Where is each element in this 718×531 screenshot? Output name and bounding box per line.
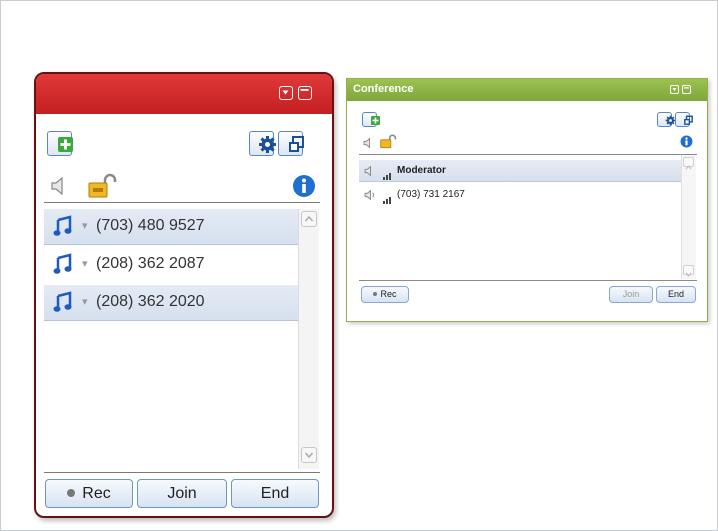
- minimize-icon[interactable]: [279, 86, 293, 100]
- participant-number: (703) 480 9527: [96, 217, 205, 234]
- music-note-icon: [52, 291, 76, 320]
- divider: [359, 280, 697, 281]
- call-widget-titlebar[interactable]: [36, 74, 332, 114]
- join-button[interactable]: Join: [609, 286, 653, 303]
- expand-caret-icon[interactable]: ▾: [82, 257, 88, 270]
- music-note-icon: [52, 253, 76, 282]
- popout-icon: [684, 115, 693, 125]
- divider: [359, 154, 697, 155]
- record-dot-icon: [67, 489, 76, 497]
- signal-bars-icon: [383, 167, 393, 185]
- conference-title: Conference: [353, 83, 414, 95]
- add-participant-button[interactable]: [47, 131, 73, 156]
- scroll-up-icon[interactable]: [683, 157, 694, 170]
- plus-icon: [371, 116, 380, 125]
- lock-icon[interactable]: [86, 173, 118, 204]
- lock-icon[interactable]: [379, 134, 397, 154]
- scrollbar[interactable]: [298, 209, 319, 469]
- expand-caret-icon[interactable]: ▾: [82, 219, 88, 232]
- conference-widget: Conference Moderator (703) 731 2167 Rec …: [346, 78, 708, 322]
- participant-row[interactable]: Moderator: [359, 160, 681, 182]
- popout-icon: [289, 136, 304, 152]
- music-note-icon: [52, 215, 76, 244]
- info-icon[interactable]: [292, 174, 316, 203]
- scrollbar[interactable]: [681, 155, 696, 279]
- scroll-up-icon[interactable]: [301, 211, 317, 227]
- scroll-down-icon[interactable]: [301, 447, 317, 463]
- settings-button[interactable]: [657, 112, 676, 127]
- popout-button[interactable]: [675, 112, 693, 127]
- expand-caret-icon[interactable]: ▾: [82, 295, 88, 308]
- join-button[interactable]: Join: [137, 479, 227, 508]
- speaker-icon: [364, 188, 378, 206]
- record-label: Rec: [380, 289, 397, 299]
- maximize-icon[interactable]: [682, 85, 691, 94]
- scroll-down-icon[interactable]: [683, 265, 694, 277]
- divider: [44, 472, 320, 473]
- participant-number: (208) 362 2087: [96, 255, 205, 272]
- participant-row[interactable]: ▾ (703) 480 9527: [44, 209, 298, 245]
- speaker-icon[interactable]: [363, 136, 375, 154]
- participant-number: (208) 362 2020: [96, 293, 205, 310]
- info-icon[interactable]: [680, 135, 693, 153]
- participant-row[interactable]: ▾ (208) 362 2087: [44, 247, 298, 283]
- participant-row[interactable]: ▾ (208) 362 2020: [44, 285, 298, 321]
- record-button[interactable]: Rec: [361, 286, 409, 303]
- record-dot-icon: [373, 292, 378, 296]
- speaker-icon[interactable]: [50, 176, 72, 201]
- popout-button[interactable]: [278, 131, 304, 156]
- end-button[interactable]: End: [231, 479, 319, 508]
- call-widget: ▾ (703) 480 9527 ▾ (208) 362 2087 ▾ (208…: [34, 72, 334, 518]
- participant-row[interactable]: (703) 731 2167: [359, 184, 681, 206]
- divider: [44, 202, 320, 203]
- settings-button[interactable]: [249, 131, 276, 156]
- record-button[interactable]: Rec: [45, 479, 133, 508]
- participant-name: Moderator: [397, 165, 446, 176]
- participant-name: (703) 731 2167: [397, 189, 465, 200]
- signal-bars-icon: [383, 191, 393, 209]
- add-participant-button[interactable]: [362, 112, 380, 127]
- speaker-icon: [364, 164, 376, 182]
- end-button[interactable]: End: [656, 286, 696, 303]
- plus-icon: [58, 137, 73, 152]
- minimize-icon[interactable]: [670, 85, 679, 94]
- gear-icon: [259, 136, 276, 153]
- record-label: Rec: [82, 485, 111, 502]
- participant-list: ▾ (703) 480 9527 ▾ (208) 362 2087 ▾ (208…: [44, 209, 298, 469]
- maximize-icon[interactable]: [298, 86, 312, 100]
- conference-titlebar[interactable]: Conference: [347, 79, 707, 101]
